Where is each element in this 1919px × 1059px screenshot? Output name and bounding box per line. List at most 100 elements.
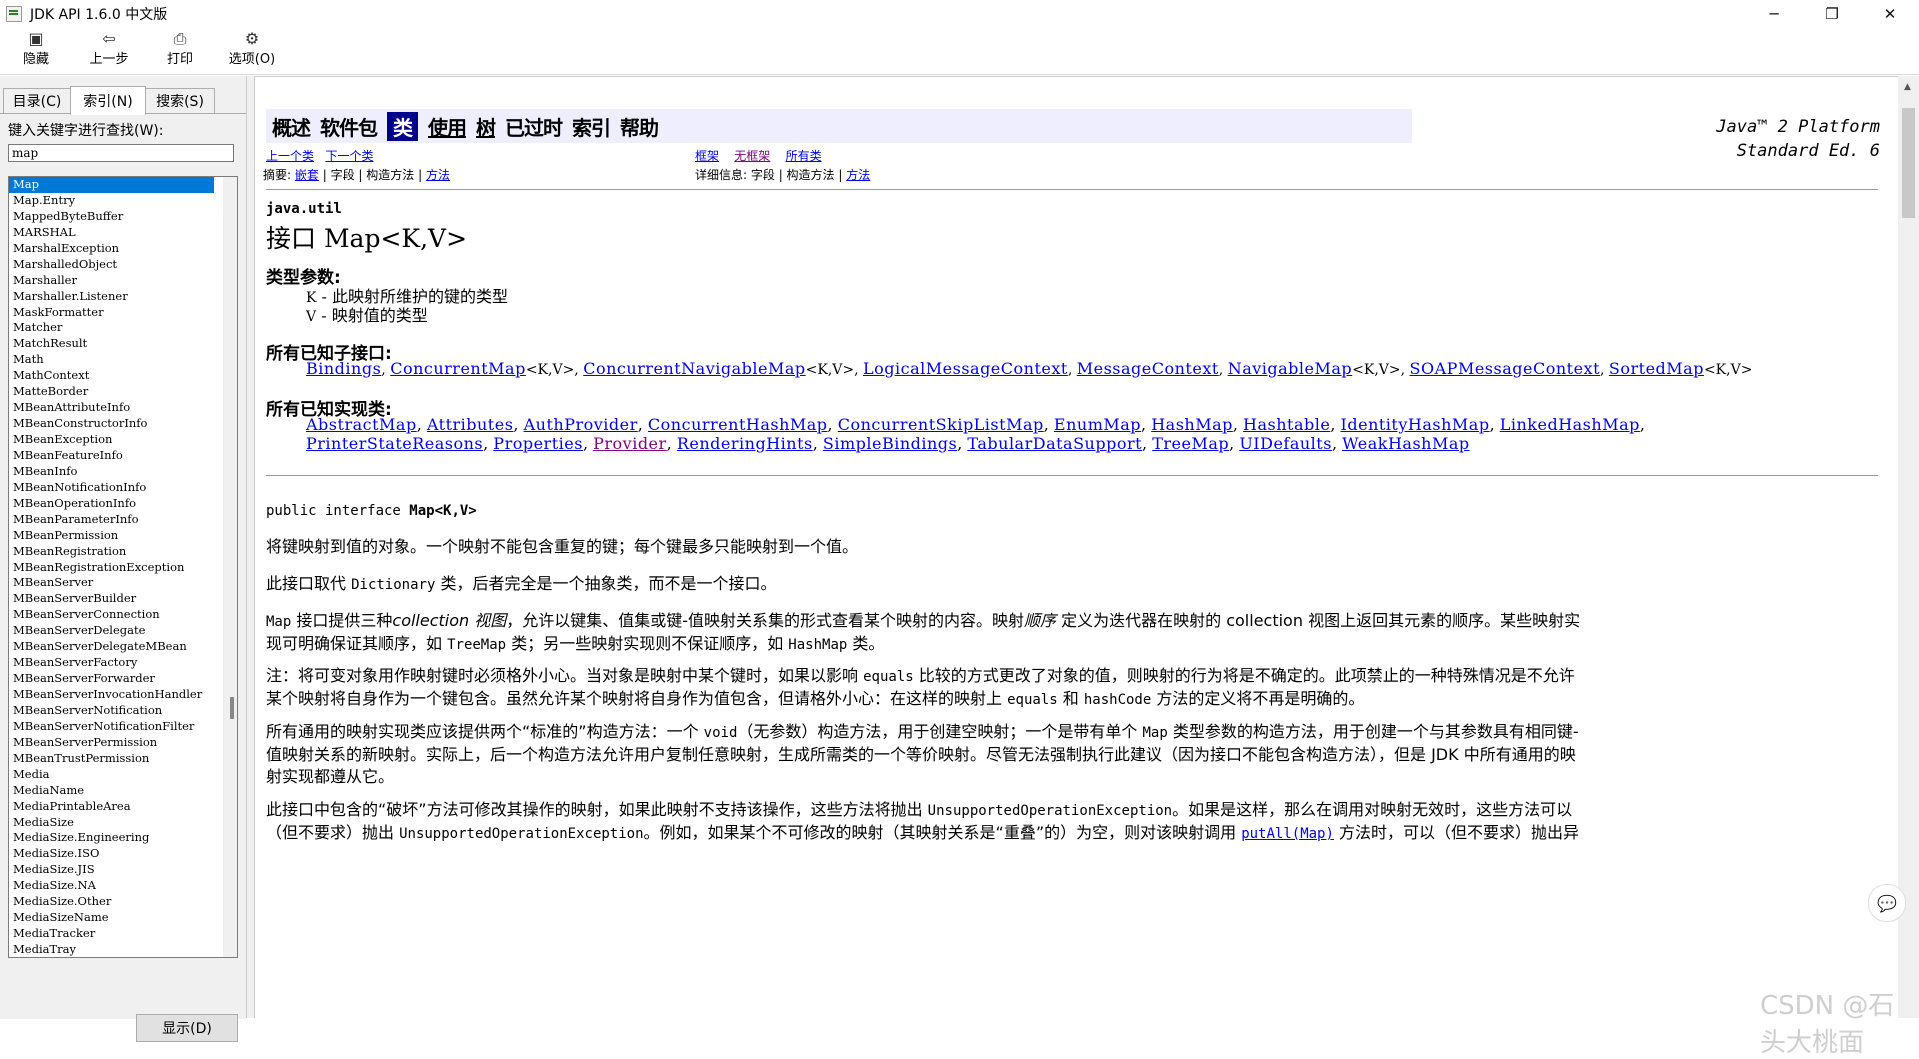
implementing-class-link[interactable]: IdentityHashMap xyxy=(1341,415,1490,434)
implementing-class-link[interactable]: UIDefaults xyxy=(1239,434,1332,453)
subinterface-link[interactable]: NavigableMap xyxy=(1228,359,1352,378)
implementing-class-link[interactable]: EnumMap xyxy=(1054,415,1141,434)
content-scrollbar[interactable]: ▲ xyxy=(1898,76,1919,1018)
show-button[interactable]: 显示(D) xyxy=(136,1014,238,1042)
hide-button[interactable]: ▣ 隐藏 xyxy=(18,30,54,72)
keyword-list-item[interactable]: MediaSizeName xyxy=(9,910,214,926)
keyword-list-item[interactable]: MappedByteBuffer xyxy=(9,209,214,225)
keyword-list-item[interactable]: MediaSize.ISO xyxy=(9,846,214,862)
keyword-list-item[interactable]: MBeanServerDelegate xyxy=(9,623,214,639)
keyword-list-item[interactable]: MBeanOperationInfo xyxy=(9,496,214,512)
detail-method-link[interactable]: 方法 xyxy=(846,168,870,182)
implementing-class-link[interactable]: SimpleBindings xyxy=(823,434,957,453)
keyword-list-item[interactable]: MBeanAttributeInfo xyxy=(9,400,214,416)
keyword-list-item[interactable]: MBeanParameterInfo xyxy=(9,512,214,528)
nav-use[interactable]: 使用 xyxy=(428,112,467,141)
implementing-class-link[interactable]: RenderingHints xyxy=(677,434,813,453)
subinterface-link[interactable]: MessageContext xyxy=(1077,359,1219,378)
subinterface-link[interactable]: Bindings xyxy=(306,359,381,378)
keyword-list-item[interactable]: MatchResult xyxy=(9,336,214,352)
keyword-list-item[interactable]: MBeanServerConnection xyxy=(9,607,214,623)
keyword-list-item[interactable]: MBeanServerNotification xyxy=(9,703,214,719)
keyword-list-item[interactable]: MediaPrintableArea xyxy=(9,799,214,815)
options-button[interactable]: ⚙ 选项(O) xyxy=(224,30,280,72)
implementing-class-link[interactable]: PrinterStateReasons xyxy=(306,434,483,453)
restore-button[interactable]: ❐ xyxy=(1803,0,1861,28)
keyword-list-item[interactable]: Media xyxy=(9,767,214,783)
content-scroll-thumb[interactable] xyxy=(1902,108,1915,218)
implementing-class-link[interactable]: Hashtable xyxy=(1243,415,1330,434)
nav-overview[interactable]: 概述 xyxy=(272,112,311,141)
back-button[interactable]: ⇦ 上一步 xyxy=(84,30,134,72)
keyword-list-item[interactable]: MediaSize.JIS xyxy=(9,862,214,878)
keyword-list-item[interactable]: MarshalException xyxy=(9,241,214,257)
keyword-list-item[interactable]: MediaSize.NA xyxy=(9,878,214,894)
keyword-list-item[interactable]: MBeanRegistrationException xyxy=(9,560,214,576)
nav-index[interactable]: 索引 xyxy=(572,112,611,141)
subinterface-link[interactable]: ConcurrentNavigableMap xyxy=(583,359,805,378)
implementing-class-link[interactable]: TreeMap xyxy=(1152,434,1229,453)
implementing-class-link[interactable]: Attributes xyxy=(427,415,514,434)
keyword-list-item[interactable]: Map xyxy=(9,177,214,193)
nav-tree[interactable]: 树 xyxy=(476,112,496,141)
keyword-list-item[interactable]: Map.Entry xyxy=(9,193,214,209)
keyword-list-item[interactable]: MaskFormatter xyxy=(9,305,214,321)
keyword-list-item[interactable]: MBeanFeatureInfo xyxy=(9,448,214,464)
keyword-input[interactable]: map xyxy=(8,144,234,162)
keyword-list-item[interactable]: MediaSize xyxy=(9,815,214,831)
chat-help-icon[interactable]: 💬 xyxy=(1868,884,1906,922)
keyword-list-item[interactable]: MARSHAL xyxy=(9,225,214,241)
keyword-list-item[interactable]: MBeanServer xyxy=(9,575,214,591)
keyword-list-scrollbar[interactable] xyxy=(223,177,237,957)
tab-index[interactable]: 索引(N) xyxy=(70,86,146,115)
next-class-link[interactable]: 下一个类 xyxy=(325,149,373,163)
keyword-list-item[interactable]: MBeanServerBuilder xyxy=(9,591,214,607)
keyword-list-item[interactable]: MediaTracker xyxy=(9,926,214,942)
keyword-list-item[interactable]: MBeanServerNotificationFilter xyxy=(9,719,214,735)
keyword-list-item[interactable]: MediaSize.Other xyxy=(9,894,214,910)
keyword-list-item[interactable]: MediaName xyxy=(9,783,214,799)
subinterface-link[interactable]: SOAPMessageContext xyxy=(1410,359,1600,378)
keyword-list-scroll-thumb[interactable] xyxy=(230,697,234,719)
print-button[interactable]: ⎙ 打印 xyxy=(162,30,198,72)
keyword-list-item[interactable]: MBeanInfo xyxy=(9,464,214,480)
implementing-class-link[interactable]: ConcurrentHashMap xyxy=(648,415,828,434)
implementing-class-link[interactable]: LinkedHashMap xyxy=(1500,415,1640,434)
keyword-list[interactable]: Map Map.Entry MappedByteBuffer MARSHAL Marsh… xyxy=(8,176,238,958)
all-classes-link[interactable]: 所有类 xyxy=(786,149,822,163)
minimize-button[interactable]: ─ xyxy=(1745,0,1803,28)
keyword-list-item[interactable]: MatteBorder xyxy=(9,384,214,400)
scroll-up-icon[interactable]: ▲ xyxy=(1904,82,1911,92)
keyword-list-item[interactable]: MediaSize.Engineering xyxy=(9,830,214,846)
keyword-list-item[interactable]: MathContext xyxy=(9,368,214,384)
keyword-list-item[interactable]: Matcher xyxy=(9,320,214,336)
keyword-list-item[interactable]: MarshalledObject xyxy=(9,257,214,273)
nav-package[interactable]: 软件包 xyxy=(320,112,378,141)
implementing-class-link[interactable]: WeakHashMap xyxy=(1342,434,1470,453)
keyword-list-item[interactable]: MBeanServerPermission xyxy=(9,735,214,751)
keyword-list-item[interactable]: MBeanPermission xyxy=(9,528,214,544)
keyword-list-item[interactable]: MBeanTrustPermission xyxy=(9,751,214,767)
keyword-list-item[interactable]: MBeanRegistration xyxy=(9,544,214,560)
subinterface-link[interactable]: ConcurrentMap xyxy=(390,359,526,378)
keyword-list-item[interactable]: Math xyxy=(9,352,214,368)
pane-splitter[interactable] xyxy=(246,76,255,1018)
subinterface-link[interactable]: LogicalMessageContext xyxy=(863,359,1068,378)
putall-link[interactable]: putAll(Map) xyxy=(1241,826,1334,842)
no-frames-link[interactable]: 无框架 xyxy=(734,149,770,163)
nav-deprecated[interactable]: 已过时 xyxy=(505,112,563,141)
keyword-list-item[interactable]: MBeanConstructorInfo xyxy=(9,416,214,432)
summary-method-link[interactable]: 方法 xyxy=(426,168,450,182)
subinterface-link[interactable]: SortedMap xyxy=(1609,359,1704,378)
close-button[interactable]: ✕ xyxy=(1861,0,1919,28)
tab-search[interactable]: 搜索(S) xyxy=(145,88,215,113)
keyword-list-item[interactable]: Marshaller xyxy=(9,273,214,289)
nav-help[interactable]: 帮助 xyxy=(620,112,659,141)
keyword-list-item[interactable]: MBeanServerFactory xyxy=(9,655,214,671)
keyword-list-item[interactable]: Marshaller.Listener xyxy=(9,289,214,305)
keyword-list-item[interactable]: MBeanException xyxy=(9,432,214,448)
implementing-class-link[interactable]: ConcurrentSkipListMap xyxy=(838,415,1044,434)
keyword-list-item[interactable]: MBeanNotificationInfo xyxy=(9,480,214,496)
keyword-list-item[interactable]: MBeanServerForwarder xyxy=(9,671,214,687)
implementing-class-link[interactable]: HashMap xyxy=(1151,415,1233,434)
